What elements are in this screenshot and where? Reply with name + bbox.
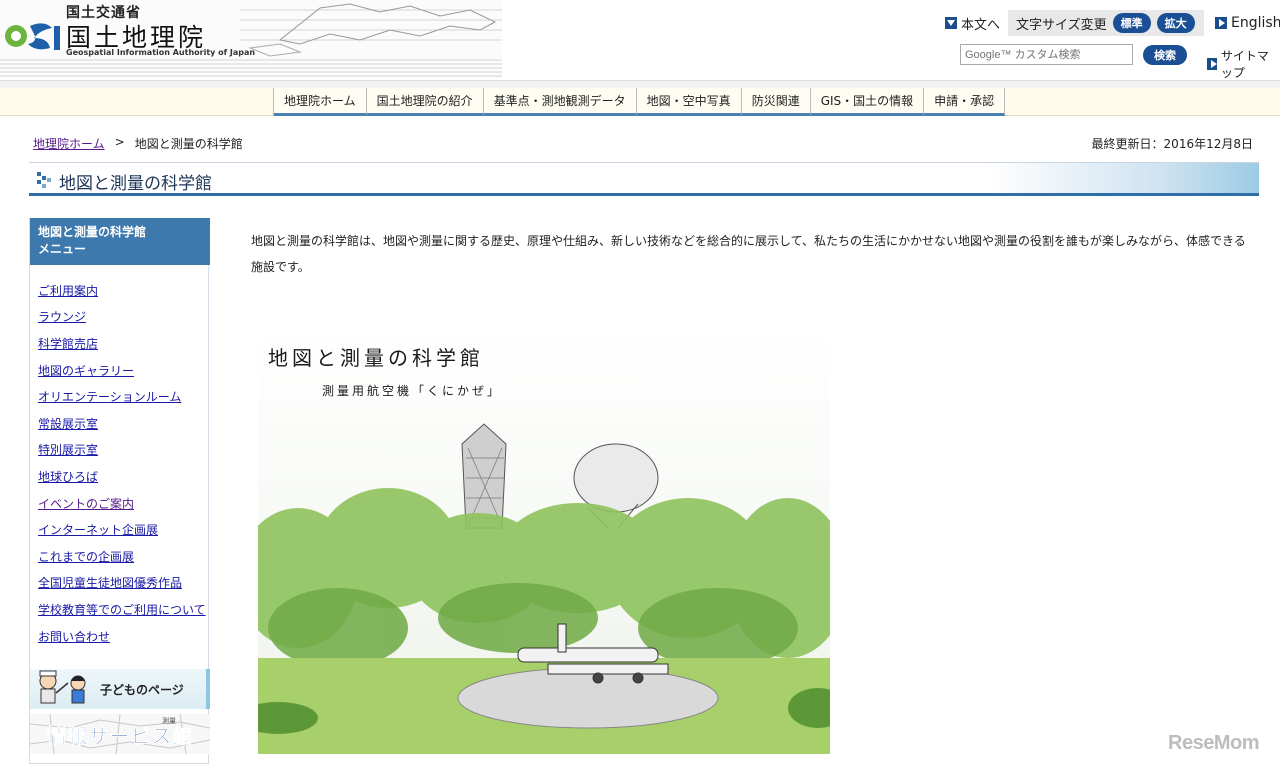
nav-item-disaster[interactable]: 防災関連 [741, 88, 811, 116]
kids-page-label: 子どものページ [100, 682, 184, 697]
sidebar-item: ご利用案内 [30, 277, 208, 304]
search-input[interactable] [960, 44, 1133, 65]
sidebar-item: 地球ひろば [30, 463, 208, 490]
sitemap-label: サイトマップ [1220, 49, 1269, 80]
search-button[interactable]: 検索 [1143, 44, 1187, 65]
nav-item-geodetic-data[interactable]: 基準点・測地観測データ [483, 88, 637, 116]
sidebar-item: オリエンテーションルーム [30, 383, 208, 410]
sidebar-item: イベントのご案内 [30, 490, 208, 517]
skip-link-label: 本文へ [961, 17, 1001, 33]
sidebar-item: 科学館売店 [30, 330, 208, 357]
sidebar-link-education[interactable]: 学校教育等でのご利用について [38, 601, 206, 618]
global-nav: 地理院ホーム 国土地理院の紹介 基準点・測地観測データ 地図・空中写真 防災関連… [273, 88, 1006, 116]
site-header: 国土交通省 国土地理院 Geospatial Information Autho… [0, 0, 1280, 82]
sidebar-link-events[interactable]: イベントのご案内 [38, 495, 134, 512]
gsi-logo-icon [5, 23, 60, 50]
arrow-right-icon [1215, 17, 1227, 29]
sidebar-title: 地図と測量の科学館 [38, 225, 147, 239]
font-standard-button[interactable]: 標準 [1112, 13, 1151, 33]
sidebar-menu: 地図と測量の科学館 メニュー ご利用案内 ラウンジ 科学館売店 地図のギャラリー… [29, 218, 210, 764]
museum-illustration: 地図と測量の科学館 測量用航空機「くにかぜ」 [258, 328, 830, 754]
sidebar-link-guide[interactable]: ご利用案内 [38, 282, 98, 299]
breadcrumb: 地理院ホーム > 地図と測量の科学館 [33, 135, 243, 152]
org-name-en: Geospatial Information Authority of Japa… [66, 48, 256, 57]
sidebar-item: これまでの企画展 [30, 543, 208, 570]
nav-item-applications[interactable]: 申請・承認 [924, 88, 1006, 116]
english-link-wrap: English [1215, 10, 1280, 36]
sidebar-link-lounge[interactable]: ラウンジ [38, 308, 86, 325]
font-large-button[interactable]: 拡大 [1156, 13, 1195, 33]
nav-item-maps-photos[interactable]: 地図・空中写真 [636, 88, 742, 116]
sidebar-link-special[interactable]: 特別展示室 [38, 441, 98, 458]
info-service-banner[interactable]: 測量 情報サービス館 [30, 714, 210, 754]
sidebar-item: 特別展示室 [30, 437, 208, 464]
nav-item-home[interactable]: 地理院ホーム [274, 88, 367, 116]
sidebar-link-earth-plaza[interactable]: 地球ひろば [38, 468, 98, 485]
sidebar-link-orientation[interactable]: オリエンテーションルーム [38, 388, 181, 405]
arrow-right-icon [1207, 58, 1217, 70]
sitemap-link[interactable]: サイトマップ [1207, 47, 1280, 81]
info-banner-label: 情報サービス館 [46, 723, 194, 748]
sidebar-item: 全国児童生徒地図優秀作品 [30, 570, 208, 597]
sidebar-item: 常設展示室 [30, 410, 208, 437]
sitemap-link-wrap: サイトマップ [1207, 47, 1280, 81]
sidebar-item: インターネット企画展 [30, 516, 208, 543]
sidebar-link-past-exhibits[interactable]: これまでの企画展 [38, 548, 134, 565]
sidebar-link-permanent[interactable]: 常設展示室 [38, 415, 98, 432]
last-updated: 最終更新日：2016年12月8日 [1091, 137, 1253, 151]
sidebar-header: 地図と測量の科学館 メニュー [30, 218, 210, 265]
illustration-title: 地図と測量の科学館 [268, 346, 484, 370]
resemom-watermark: ReseMom [1168, 732, 1259, 754]
nav-item-about[interactable]: 国土地理院の紹介 [366, 88, 484, 116]
sidebar-subtitle: メニュー [38, 242, 87, 256]
page-title: 地図と測量の科学館 [59, 174, 212, 194]
sidebar-list: ご利用案内 ラウンジ 科学館売店 地図のギャラリー オリエンテーションルーム 常… [30, 265, 208, 649]
sidebar-item: ラウンジ [30, 304, 208, 331]
font-size-switcher: 文字サイズ変更 標準 拡大 [1008, 10, 1204, 36]
sidebar-link-gallery[interactable]: 地図のギャラリー [38, 362, 134, 379]
title-bullet-icon [37, 172, 51, 188]
breadcrumb-separator: > [114, 135, 125, 149]
sidebar-link-contact[interactable]: お問い合わせ [38, 628, 110, 645]
sidebar-link-shop[interactable]: 科学館売店 [38, 335, 98, 352]
sidebar-item: 地図のギャラリー [30, 357, 208, 384]
kids-page-banner[interactable]: 子どものページ [30, 669, 210, 709]
breadcrumb-home-link[interactable]: 地理院ホーム [33, 135, 105, 152]
font-size-label: 文字サイズ変更 [1016, 17, 1107, 33]
site-logo[interactable]: 国土交通省 国土地理院 Geospatial Information Autho… [0, 0, 502, 78]
kids-characters-icon [39, 670, 86, 704]
english-link[interactable]: English [1215, 15, 1280, 31]
illustration-subtitle: 測量用航空機「くにかぜ」 [322, 384, 503, 398]
header-divider [0, 80, 1280, 88]
sidebar-link-student-maps[interactable]: 全国児童生徒地図優秀作品 [38, 574, 182, 591]
skip-link[interactable]: 本文へ [945, 14, 1000, 33]
sidebar-link-internet-exhibit[interactable]: インターネット企画展 [38, 521, 158, 538]
sidebar-item: お問い合わせ [30, 623, 208, 650]
sidebar-item: 学校教育等でのご利用について [30, 596, 208, 623]
search-bar: 検索 [960, 44, 1187, 65]
arrow-down-icon [945, 17, 957, 29]
intro-paragraph: 地図と測量の科学館は、地図や測量に関する歴史、原理や仕組み、新しい技術などを総合… [251, 234, 1246, 274]
page-title-bar: 地図と測量の科学館 [29, 162, 1259, 196]
english-label: English [1231, 15, 1280, 31]
nav-item-gis[interactable]: GIS・国土の情報 [810, 88, 925, 116]
skip-to-content[interactable]: 本文へ [945, 10, 1000, 36]
breadcrumb-current: 地図と測量の科学館 [134, 137, 243, 151]
